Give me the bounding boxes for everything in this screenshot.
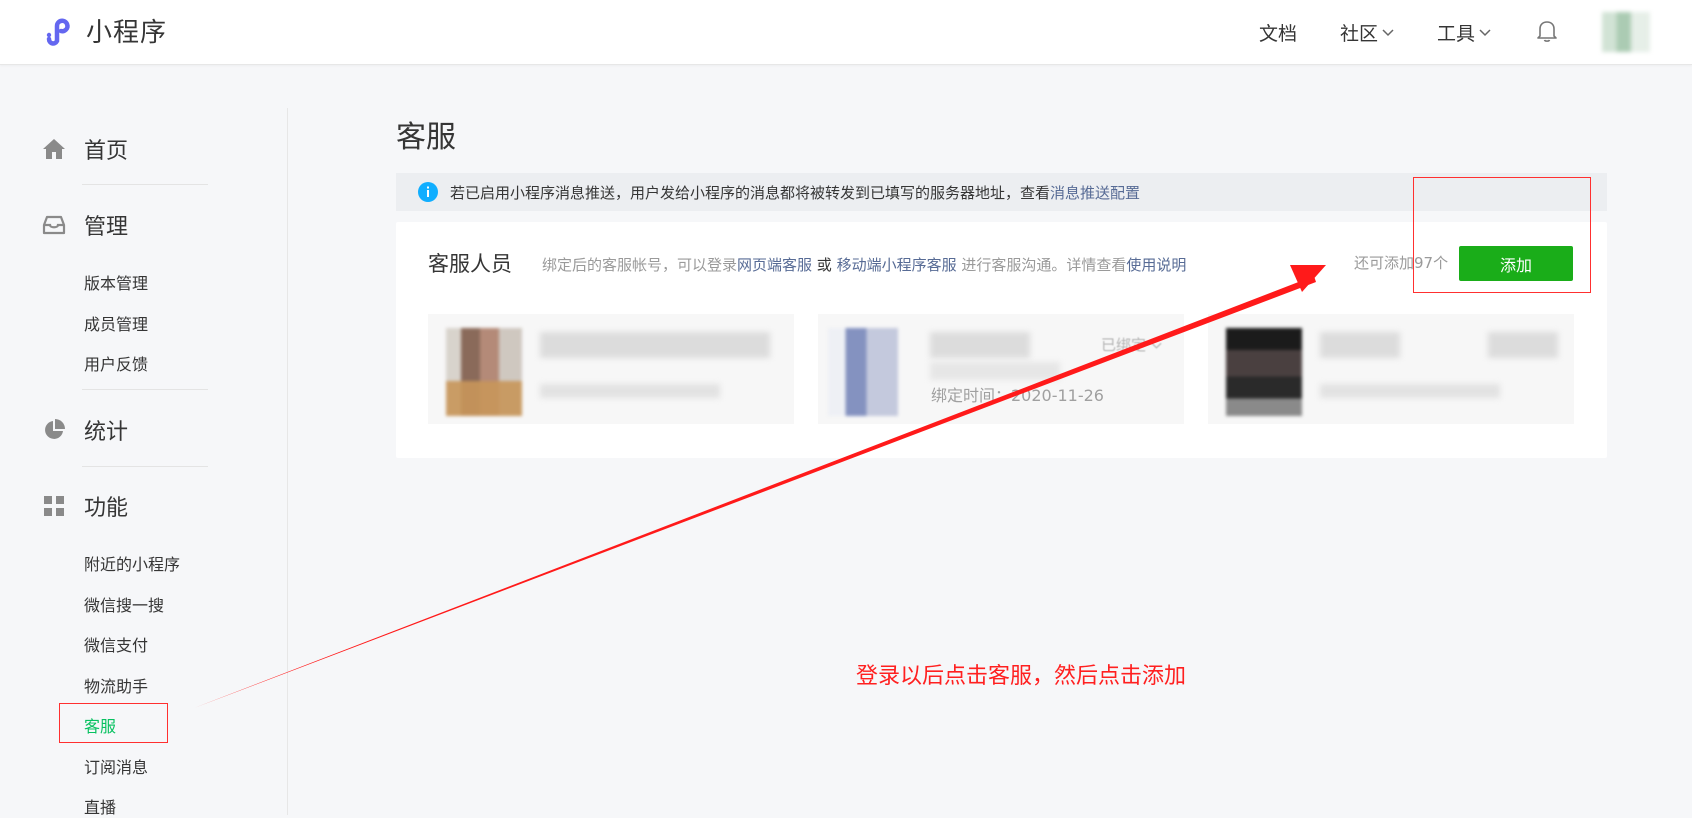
annotation-box-customer-service bbox=[59, 703, 168, 743]
desc-text: 绑定后的客服帐号，可以登录 bbox=[542, 256, 738, 274]
annotation-text: 登录以后点击客服，然后点击添加 bbox=[856, 664, 1187, 689]
brand[interactable]: 小程序 bbox=[40, 12, 167, 49]
nav-tools[interactable]: 工具 bbox=[1437, 19, 1491, 46]
sidebar-section-stats[interactable]: 统计 bbox=[42, 414, 128, 446]
web-kefu-link[interactable]: 网页端客服 bbox=[737, 256, 812, 274]
page-title: 客服 bbox=[396, 120, 456, 155]
sidebar-section-label: 功能 bbox=[84, 496, 129, 521]
panel-description: 绑定后的客服帐号，可以登录网页端客服 或 移动端小程序客服 进行客服沟通。详情查… bbox=[542, 254, 1186, 275]
agent-name-blurred bbox=[540, 332, 770, 358]
sidebar-item-logistics[interactable]: 物流助手 bbox=[84, 673, 148, 697]
pie-chart-icon bbox=[45, 419, 65, 439]
user-avatar[interactable] bbox=[1602, 12, 1650, 52]
notice-text: 若已启用小程序消息推送，用户发给小程序的消息都将被转发到已填写的服务器地址，查看 bbox=[450, 183, 1051, 202]
bell-icon[interactable] bbox=[1536, 19, 1558, 43]
grid-icon bbox=[44, 496, 64, 516]
avatar bbox=[828, 328, 898, 416]
sidebar-section-home[interactable]: 首页 bbox=[42, 133, 128, 165]
agent-name-blurred bbox=[930, 332, 1030, 358]
agent-card[interactable] bbox=[1208, 314, 1574, 424]
sidebar-item-feedback[interactable]: 用户反馈 bbox=[84, 351, 148, 375]
chevron-down-icon bbox=[1479, 28, 1491, 36]
desc-text: 进行客服沟通。详情查看 bbox=[956, 256, 1127, 274]
sidebar-section-label: 统计 bbox=[84, 420, 129, 445]
sidebar-item-live[interactable]: 直播 bbox=[84, 794, 116, 818]
sidebar-section-label: 管理 bbox=[84, 215, 129, 240]
sidebar-section-manage[interactable]: 管理 bbox=[42, 209, 128, 241]
sidebar-item-members[interactable]: 成员管理 bbox=[84, 311, 148, 335]
nav-docs[interactable]: 文档 bbox=[1259, 19, 1297, 46]
sidebar-divider bbox=[82, 389, 208, 390]
annotation-box-add bbox=[1413, 177, 1591, 293]
agent-id-blurred bbox=[930, 362, 1060, 380]
agent-extra-blurred bbox=[1488, 332, 1558, 358]
home-icon bbox=[43, 139, 65, 159]
top-navbar: 小程序 文档 社区 工具 bbox=[0, 0, 1692, 65]
agent-card[interactable]: 已绑定 绑定时间：2020-11-26 bbox=[818, 314, 1184, 424]
sidebar-item-search[interactable]: 微信搜一搜 bbox=[84, 592, 164, 616]
sidebar-divider bbox=[82, 466, 208, 467]
brand-title: 小程序 bbox=[86, 18, 168, 48]
avatar bbox=[446, 328, 522, 416]
desc-or: 或 bbox=[812, 256, 837, 274]
sidebar-section-features[interactable]: 功能 bbox=[42, 490, 128, 522]
agent-status[interactable]: 已绑定 bbox=[1101, 334, 1162, 355]
nav-tools-label: 工具 bbox=[1437, 23, 1476, 45]
sidebar-item-subscribe[interactable]: 订阅消息 bbox=[84, 754, 148, 778]
sidebar-divider bbox=[287, 108, 288, 815]
chevron-down-icon bbox=[1382, 28, 1394, 36]
agent-card[interactable] bbox=[428, 314, 794, 424]
panel-title: 客服人员 bbox=[428, 252, 512, 276]
agent-name-blurred bbox=[1320, 332, 1400, 358]
chevron-down-icon bbox=[1151, 342, 1162, 349]
help-link[interactable]: 使用说明 bbox=[1126, 256, 1186, 274]
sidebar-item-nearby[interactable]: 附近的小程序 bbox=[84, 551, 180, 575]
nav-community-label: 社区 bbox=[1340, 23, 1379, 45]
agent-bind-time: 绑定时间：2020-11-26 bbox=[931, 386, 1104, 405]
agent-info-blurred bbox=[1320, 384, 1500, 398]
sidebar-section-label: 首页 bbox=[84, 139, 129, 164]
nav-docs-label: 文档 bbox=[1259, 23, 1298, 45]
sidebar-divider bbox=[82, 184, 208, 185]
miniprogram-logo-icon bbox=[46, 18, 70, 46]
mobile-kefu-link[interactable]: 移动端小程序客服 bbox=[837, 256, 957, 274]
sidebar-item-pay[interactable]: 微信支付 bbox=[84, 632, 148, 656]
push-config-link[interactable]: 消息推送配置 bbox=[1050, 182, 1140, 203]
nav-community[interactable]: 社区 bbox=[1340, 19, 1394, 46]
agent-info-blurred bbox=[540, 384, 720, 398]
info-icon bbox=[418, 182, 438, 202]
avatar bbox=[1226, 328, 1302, 416]
inbox-icon bbox=[42, 215, 66, 235]
sidebar-item-version[interactable]: 版本管理 bbox=[84, 270, 148, 294]
agent-status-label: 已绑定 bbox=[1101, 336, 1147, 354]
